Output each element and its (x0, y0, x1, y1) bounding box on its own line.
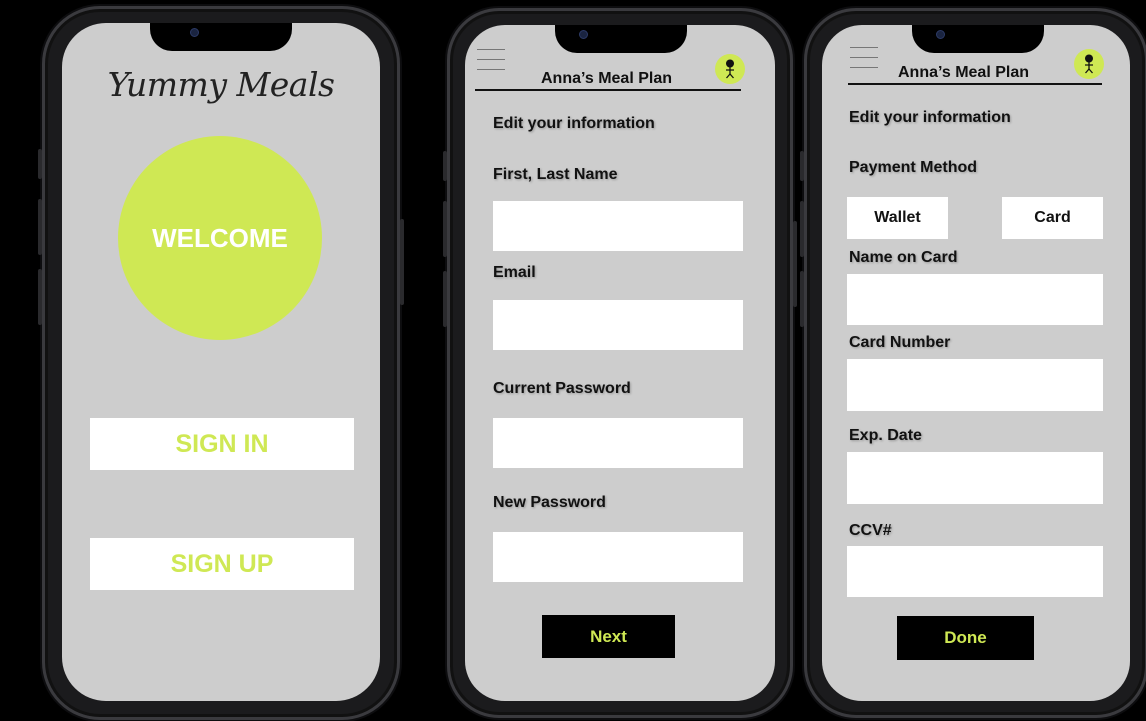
hamburger-menu-icon[interactable] (850, 47, 878, 69)
email-field[interactable] (493, 300, 743, 350)
exp-date-field[interactable] (847, 452, 1103, 504)
phone-side-button (38, 149, 42, 179)
phone-notch (555, 25, 687, 53)
card-number-label: Card Number (849, 334, 951, 351)
current-password-field[interactable] (493, 418, 743, 468)
phone-notch (150, 23, 292, 51)
phone-side-button (800, 271, 804, 327)
camera-icon (190, 28, 199, 37)
app-logo: Yummy Meals (107, 65, 335, 104)
new-password-field[interactable] (493, 532, 743, 582)
welcome-badge: WELCOME (118, 136, 322, 340)
email-label: Email (493, 264, 536, 281)
phone-side-button (793, 221, 797, 307)
phone-side-button (443, 271, 447, 327)
name-on-card-field[interactable] (847, 274, 1103, 325)
next-button[interactable]: Next (542, 615, 675, 658)
phone-notch (912, 25, 1044, 53)
payment-method-label: Payment Method (849, 159, 978, 176)
exp-date-label: Exp. Date (849, 427, 922, 444)
phone-side-button (800, 151, 804, 181)
current-password-label: Current Password (493, 380, 631, 397)
phone-side-button (800, 201, 804, 257)
name-on-card-label: Name on Card (849, 249, 958, 266)
section-title: Edit your information (493, 115, 655, 132)
done-button[interactable]: Done (897, 616, 1034, 660)
phone-side-button (443, 201, 447, 257)
ccv-field[interactable] (847, 546, 1103, 597)
name-label: First, Last Name (493, 166, 618, 183)
phone-side-button (38, 269, 42, 325)
phone-edit-info: Anna’s Meal Plan Edit your information F… (443, 8, 797, 718)
welcome-text: WELCOME (152, 222, 288, 253)
header-divider (475, 89, 741, 91)
phone-side-button (443, 151, 447, 181)
card-option-button[interactable]: Card (1002, 197, 1103, 239)
payment-info-screen: Anna’s Meal Plan Edit your information P… (822, 25, 1130, 701)
phone-side-button (400, 219, 404, 305)
camera-icon (936, 30, 945, 39)
wallet-option-button[interactable]: Wallet (847, 197, 948, 239)
hamburger-menu-icon[interactable] (477, 49, 505, 71)
sign-up-button[interactable]: SIGN UP (90, 538, 354, 590)
welcome-screen: Yummy Meals WELCOME SIGN IN SIGN UP (62, 23, 380, 701)
camera-icon (579, 30, 588, 39)
card-number-field[interactable] (847, 359, 1103, 411)
header-title: Anna’s Meal Plan (541, 70, 672, 87)
phone-payment-info: Anna’s Meal Plan Edit your information P… (800, 8, 1146, 718)
user-avatar-icon[interactable] (1074, 49, 1104, 79)
ccv-label: CCV# (849, 522, 892, 539)
header-title: Anna’s Meal Plan (898, 64, 1029, 81)
name-field[interactable] (493, 201, 743, 251)
phone-welcome: Yummy Meals WELCOME SIGN IN SIGN UP (38, 6, 404, 720)
phone-side-button (38, 199, 42, 255)
section-title: Edit your information (849, 109, 1011, 126)
new-password-label: New Password (493, 494, 606, 511)
header-divider (848, 83, 1102, 85)
edit-info-screen: Anna’s Meal Plan Edit your information F… (465, 25, 775, 701)
sign-in-button[interactable]: SIGN IN (90, 418, 354, 470)
user-avatar-icon[interactable] (715, 54, 745, 84)
